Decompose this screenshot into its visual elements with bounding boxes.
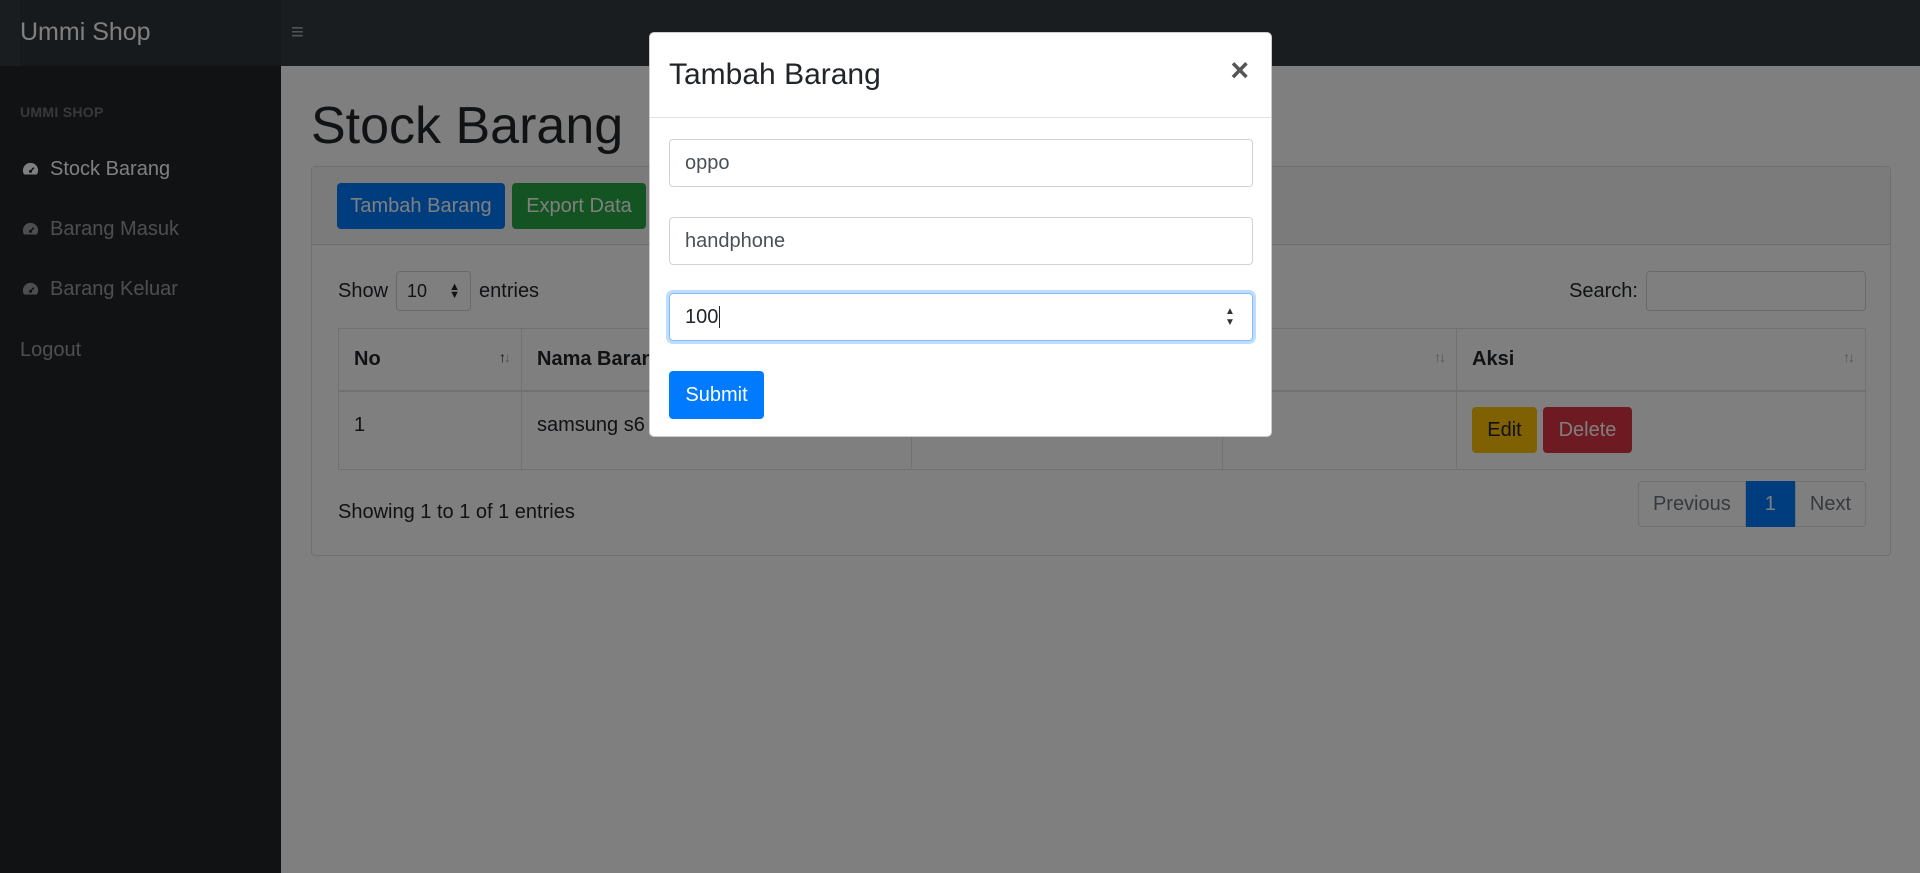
item-name-field[interactable]: oppo [669,139,1253,187]
item-stock-field[interactable]: 100 ▲ ▼ [669,293,1253,341]
modal-header: Tambah Barang × [650,33,1271,118]
item-name-value: oppo [685,151,730,174]
text-caret [719,306,721,328]
add-item-modal: Tambah Barang × oppo handphone 100 ▲ ▼ S… [649,32,1272,437]
spin-down-icon[interactable]: ▼ [1225,317,1235,328]
number-spinner[interactable]: ▲ ▼ [1222,306,1238,328]
modal-title: Tambah Barang [669,58,881,91]
close-icon[interactable]: × [1230,54,1249,86]
item-stock-value: 100 [685,305,719,328]
spin-up-icon[interactable]: ▲ [1225,306,1235,317]
item-description-field[interactable]: handphone [669,217,1253,265]
submit-button[interactable]: Submit [669,371,764,419]
item-description-value: handphone [685,229,786,252]
